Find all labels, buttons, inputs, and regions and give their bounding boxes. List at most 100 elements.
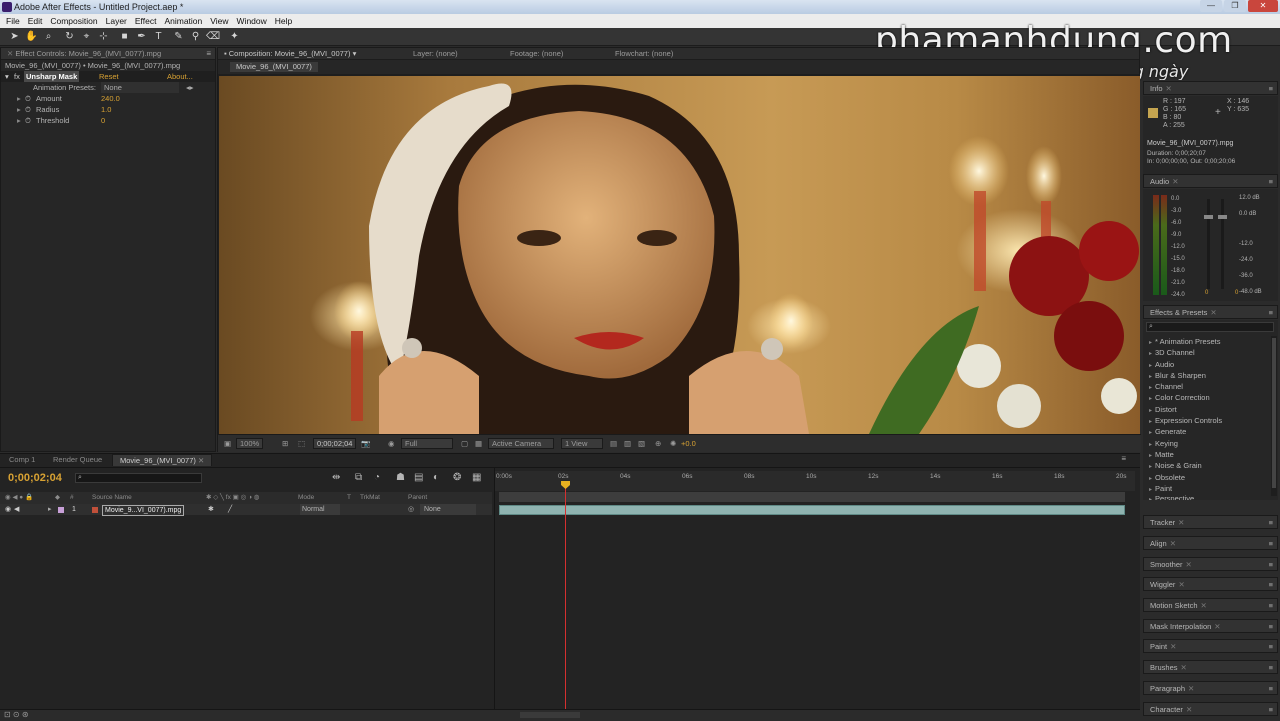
label-color-swatch[interactable] <box>58 507 64 513</box>
effects-category-item[interactable]: Obsolete <box>1143 472 1269 483</box>
tab-mask-interpolation[interactable]: Mask Interpolation ✕ ≡ <box>1143 619 1278 633</box>
menu-help[interactable]: Help <box>273 14 298 28</box>
audio-r-value[interactable]: 0 <box>1235 290 1238 296</box>
audio-slider-right[interactable] <box>1218 199 1227 289</box>
time-ruler[interactable]: 0:00s 02s 04s 06s 08s 10s 12s 14s 16s 18s 20s <box>495 471 1135 491</box>
tab-motion-sketch[interactable]: Motion Sketch ✕ ≡ <box>1143 598 1278 612</box>
tab-footage[interactable]: Footage: (none) <box>510 48 563 60</box>
param-value[interactable]: 1.0 <box>101 104 111 115</box>
tab-character[interactable]: Character ✕ ≡ <box>1143 702 1278 716</box>
effects-category-item[interactable]: * Animation Presets <box>1143 336 1269 347</box>
audio-slider-left[interactable] <box>1204 199 1213 289</box>
tab-paint[interactable]: Paint ✕ ≡ <box>1143 639 1278 653</box>
motion-blur-icon[interactable]: ◐ <box>433 472 439 483</box>
menu-view[interactable]: View <box>208 14 234 28</box>
toggle-pixel-aspect-icon[interactable]: ▤ <box>610 435 617 453</box>
audio-l-value[interactable]: 0 <box>1205 290 1208 296</box>
tab-paragraph[interactable]: Paragraph ✕ ≡ <box>1143 681 1278 695</box>
quality-switch-icon[interactable]: ╱ <box>228 504 232 515</box>
expand-triangle-icon[interactable]: ▸ <box>17 115 21 126</box>
parent-dropdown[interactable]: None <box>420 504 476 515</box>
timeline-tab-render-queue[interactable]: Render Queue <box>46 454 109 466</box>
effects-category-item[interactable]: Matte <box>1143 449 1269 460</box>
minimize-button[interactable]: — <box>1200 0 1222 12</box>
fx-icon[interactable]: fx <box>14 71 20 82</box>
timeline-icon[interactable]: ▧ <box>638 435 645 453</box>
video-visibility-icon[interactable]: ◉ <box>5 504 11 515</box>
effects-category-item[interactable]: Audio <box>1143 359 1269 370</box>
puppet-pin-tool-icon[interactable]: ✦ <box>228 30 241 43</box>
layer-name[interactable]: Movie_9...VI_0077).mpg <box>102 505 185 516</box>
timeline-tab-comp1[interactable]: Comp 1 <box>2 454 42 466</box>
tab-flowchart[interactable]: Flowchart: (none) <box>615 48 673 60</box>
menu-effect[interactable]: Effect <box>133 14 163 28</box>
live-update-icon[interactable]: ⧉ <box>355 472 362 483</box>
tab-composition[interactable]: ▪ Composition: Movie_96_(MVI_0077) ▾ <box>224 49 356 58</box>
view-layout-dropdown[interactable]: 1 View <box>561 438 603 449</box>
preset-prev-next-icon[interactable]: ◂▸ <box>186 82 194 93</box>
reset-link[interactable]: Reset <box>99 71 119 82</box>
expand-triangle-icon[interactable]: ▸ <box>48 504 52 515</box>
brush-tool-icon[interactable]: ✎ <box>172 30 185 43</box>
menu-window[interactable]: Window <box>235 14 273 28</box>
draft-3d-icon[interactable]: ◔ <box>374 472 380 483</box>
menu-composition[interactable]: Composition <box>48 14 103 28</box>
effects-category-item[interactable]: Distort <box>1143 404 1269 415</box>
tab-layer[interactable]: Layer: (none) <box>413 48 458 60</box>
resolution-dropdown[interactable]: Full <box>401 438 453 449</box>
animation-presets-dropdown[interactable]: None <box>101 82 179 93</box>
layer-search-input[interactable]: ⌕ <box>75 473 202 483</box>
effects-category-item[interactable]: Perspective <box>1143 494 1269 500</box>
menu-animation[interactable]: Animation <box>162 14 208 28</box>
effects-category-item[interactable]: Paint <box>1143 483 1269 494</box>
expand-triangle-icon[interactable]: ▸ <box>17 93 21 104</box>
comp-mini-flowchart-icon[interactable]: ⇹ <box>332 472 340 483</box>
pickwhip-icon[interactable]: ◎ <box>408 504 414 515</box>
effects-category-item[interactable]: Expression Controls <box>1143 415 1269 426</box>
composition-viewer[interactable] <box>219 76 1140 434</box>
exposure-value[interactable]: +0.0 <box>681 435 696 453</box>
graph-editor-icon[interactable]: ▦ <box>472 472 481 483</box>
layer-row[interactable]: ◉ ◀ ▸ 1 Movie_9...VI_0077).mpg ✱ ╱ Norma… <box>0 504 492 516</box>
type-tool-icon[interactable]: T <box>152 30 165 43</box>
timeline-current-time[interactable]: 0;00;02;04 <box>8 472 62 484</box>
blend-mode-dropdown[interactable]: Normal <box>300 504 340 515</box>
about-link[interactable]: About... <box>167 71 193 82</box>
panel-menu-icon[interactable]: ≡ <box>206 48 211 60</box>
effect-name[interactable]: Unsharp Mask <box>24 71 80 82</box>
effects-category-item[interactable]: 3D Channel <box>1143 347 1269 358</box>
effects-scrollbar[interactable] <box>1271 336 1277 496</box>
effects-category-item[interactable]: Generate <box>1143 426 1269 437</box>
rectangle-tool-icon[interactable]: ■ <box>118 30 131 43</box>
effect-controls-tab[interactable]: ✕ Effect Controls: Movie_96_(MVI_0077).m… <box>1 48 215 60</box>
playhead-line[interactable] <box>561 481 571 721</box>
comp-name-button[interactable]: Movie_96_(MVI_0077) <box>230 62 318 72</box>
tab-audio[interactable]: Audio ✕ ≡ <box>1143 174 1278 188</box>
effects-category-item[interactable]: Blur & Sharpen <box>1143 370 1269 381</box>
param-value[interactable]: 0 <box>101 115 105 126</box>
pan-behind-tool-icon[interactable]: ⊹ <box>97 30 110 43</box>
timeline-tab-movie[interactable]: Movie_96_(MVI_0077) ✕ <box>112 454 213 466</box>
tab-info[interactable]: Info ✕ ≡ <box>1143 81 1278 95</box>
layer-duration-bar[interactable] <box>499 505 1125 515</box>
stopwatch-icon[interactable]: ⏱ <box>25 115 31 126</box>
effects-search-input[interactable]: ⌕ <box>1146 322 1274 332</box>
zoom-tool-icon[interactable]: ⌕ <box>42 30 55 43</box>
toggle-switches-icon[interactable]: ⊡ ⊙ ⊛ <box>4 710 29 719</box>
param-value[interactable]: 240.0 <box>101 93 120 104</box>
magnification-dropdown[interactable]: 100% <box>236 438 264 449</box>
effects-category-item[interactable]: Noise & Grain <box>1143 460 1269 471</box>
frame-blending-icon[interactable]: ▤ <box>414 472 423 483</box>
snapshot-icon[interactable]: 📷 <box>361 435 370 453</box>
source-name-header[interactable]: Source Name <box>92 492 132 504</box>
flowchart-icon[interactable]: ⊕ <box>655 435 661 453</box>
tab-brushes[interactable]: Brushes ✕ ≡ <box>1143 660 1278 674</box>
clone-stamp-tool-icon[interactable]: ⚲ <box>189 30 202 43</box>
eraser-tool-icon[interactable]: ⌫ <box>206 30 220 43</box>
tab-tracker[interactable]: Tracker ✕ ≡ <box>1143 515 1278 529</box>
effects-category-item[interactable]: Channel <box>1143 381 1269 392</box>
close-button[interactable]: ✕ <box>1248 0 1278 12</box>
show-channel-icon[interactable]: ◉ <box>388 435 395 453</box>
maximize-button[interactable]: ❐ <box>1224 0 1246 12</box>
tab-align[interactable]: Align ✕ ≡ <box>1143 536 1278 550</box>
